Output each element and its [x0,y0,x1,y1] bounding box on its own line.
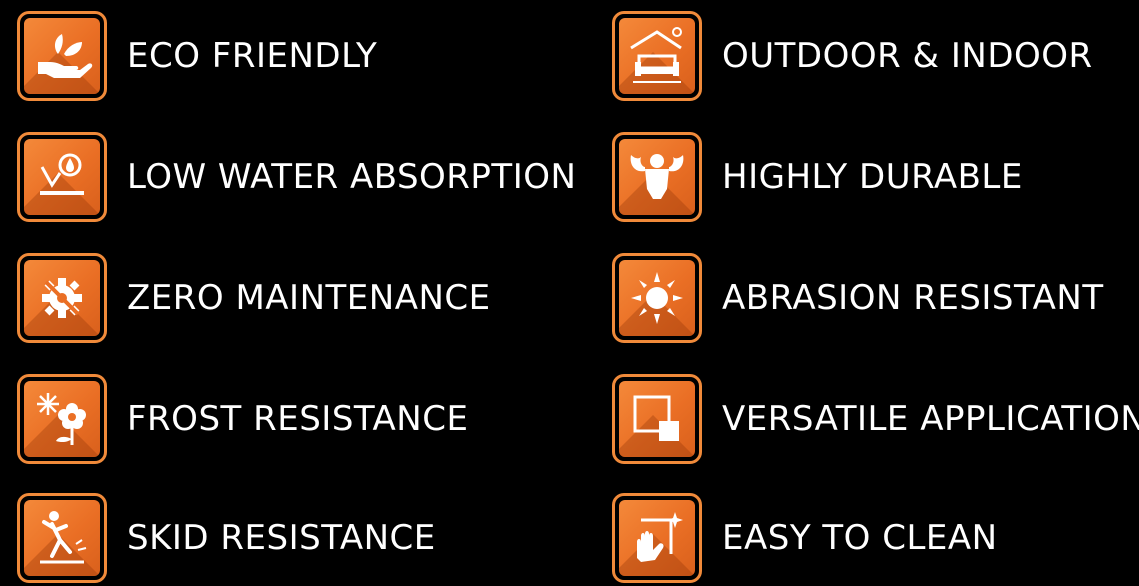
sofa-house-icon [630,27,682,83]
feature-label: ZERO MAINTENANCE [127,278,491,318]
snowflake-flower-icon [37,393,86,445]
tiles-icon [633,395,679,441]
feature-label: EASY TO CLEAN [722,518,998,558]
feature-label: VERSATILE APPLICATION [722,399,1139,439]
feature-label: OUTDOOR & INDOOR [722,36,1093,76]
icon-tile [612,374,702,464]
water-drop-icon [40,153,84,195]
icon-tile [612,253,702,343]
muscle-man-icon [630,154,684,199]
feature-low-water-absorption: LOW WATER ABSORPTION [17,129,576,225]
feature-eco-friendly: ECO FRIENDLY [17,8,377,104]
feature-zero-maintenance: ZERO MAINTENANCE [17,250,491,346]
feature-grid: ECO FRIENDLY LOW WATER ABSORPTION ZERO M… [0,0,1139,583]
sun-icon [631,272,683,324]
feature-label: ABRASION RESISTANT [722,278,1104,318]
feature-label: HIGHLY DURABLE [722,157,1023,197]
icon-tile [17,374,107,464]
feature-frost-resistance: FROST RESISTANCE [17,371,468,467]
icon-tile [612,493,702,583]
feature-label: ECO FRIENDLY [127,36,378,76]
gear-slash-icon [42,278,82,318]
feature-label: LOW WATER ABSORPTION [127,157,577,197]
icon-tile [17,11,107,101]
feature-highly-durable: HIGHLY DURABLE [612,129,1023,225]
slipping-person-icon [40,511,87,564]
feature-label: SKID RESISTANCE [127,518,436,558]
feature-easy-to-clean: EASY TO CLEAN [612,490,998,586]
feature-label: FROST RESISTANCE [127,399,469,439]
icon-tile [17,493,107,583]
feature-abrasion-resistant: ABRASION RESISTANT [612,250,1104,346]
wiping-hand-icon [637,512,683,562]
feature-outdoor-indoor: OUTDOOR & INDOOR [612,8,1093,104]
feature-skid-resistance: SKID RESISTANCE [17,490,436,586]
hand-leaf-icon [38,34,93,78]
icon-tile [17,253,107,343]
feature-versatile-application: VERSATILE APPLICATION [612,371,1139,467]
icon-tile [612,132,702,222]
icon-tile [17,132,107,222]
icon-tile [612,11,702,101]
